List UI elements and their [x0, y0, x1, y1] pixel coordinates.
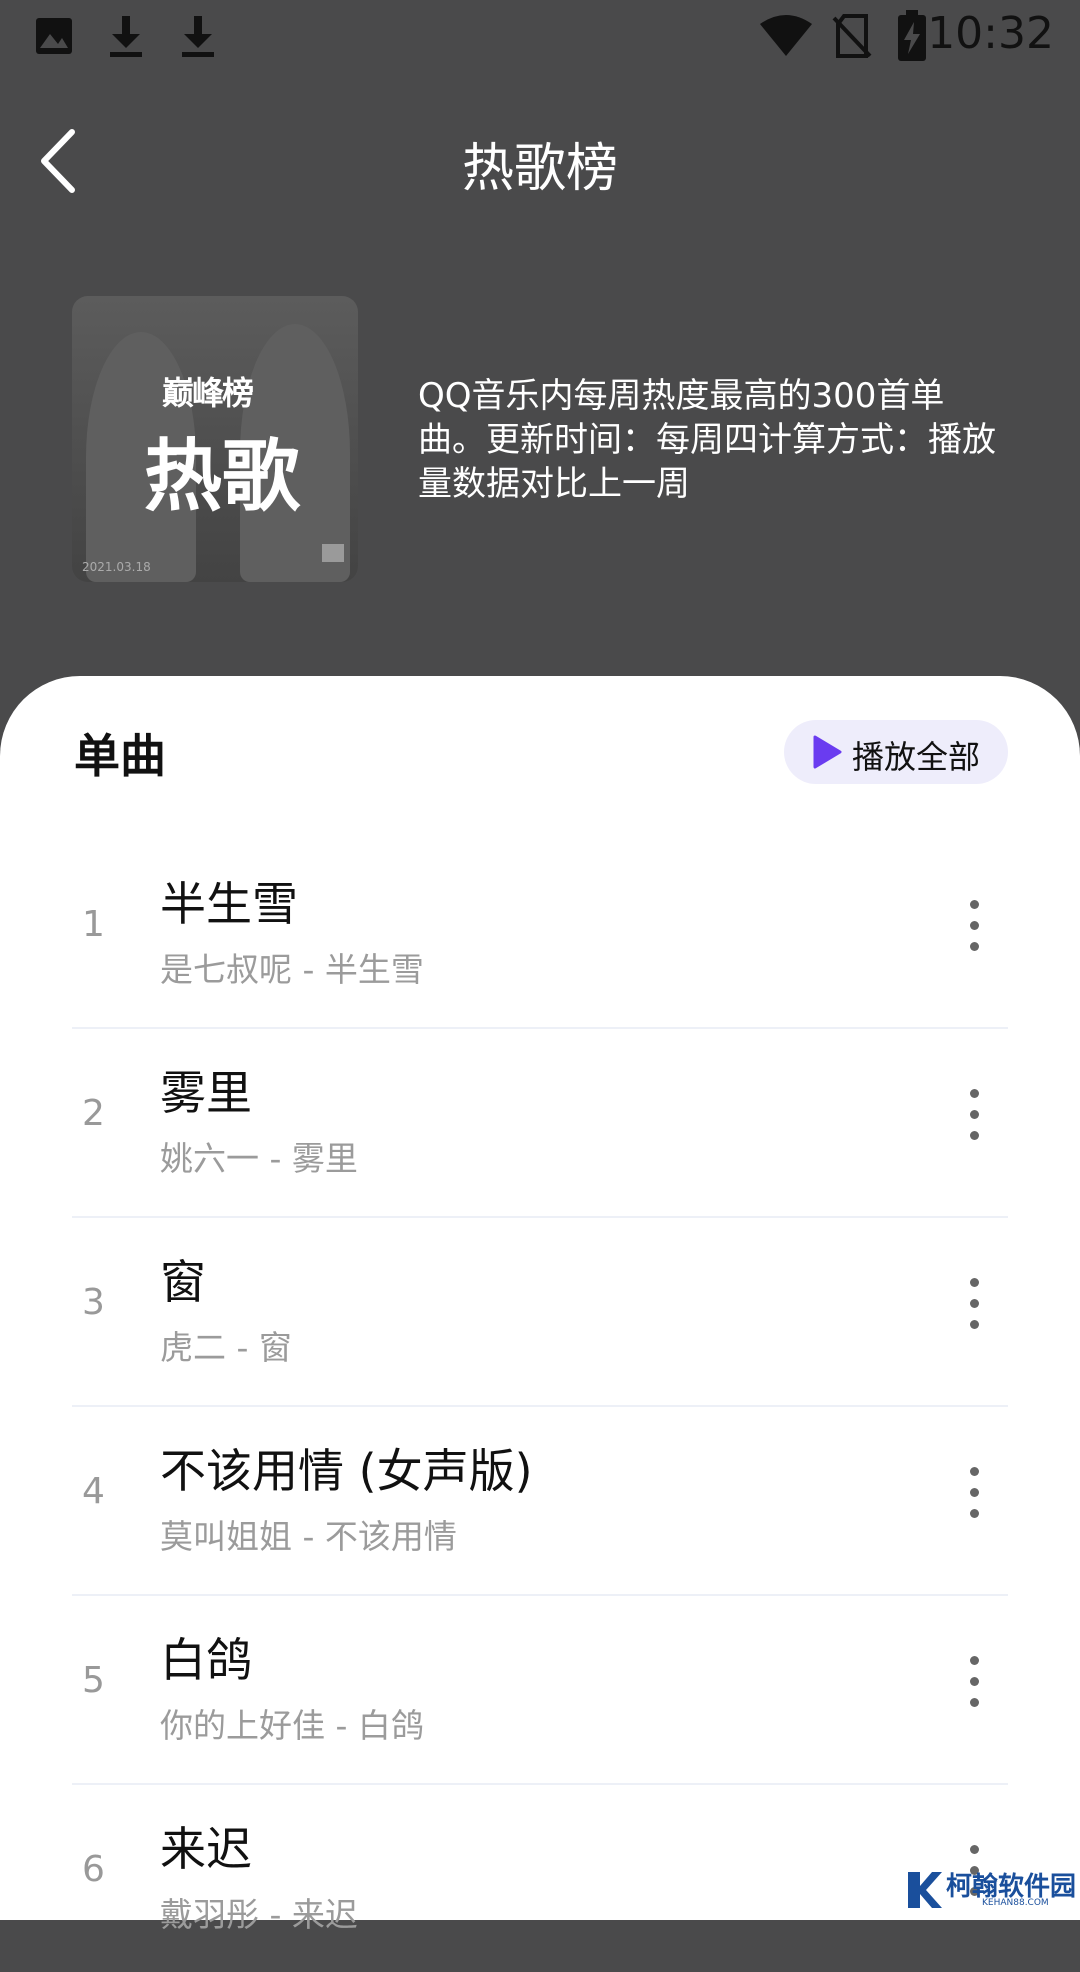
- song-title: 来迟: [160, 1822, 252, 1876]
- battery-charging-icon: [898, 10, 926, 61]
- play-all-label: 播放全部: [852, 738, 981, 776]
- cover-brand-mark: [322, 544, 344, 562]
- song-rank: 3: [82, 1282, 105, 1323]
- song-row[interactable]: 1 半生雪 是七叔呢 - 半生雪: [72, 840, 1008, 1029]
- more-options-icon[interactable]: [962, 900, 986, 960]
- more-options-icon[interactable]: [962, 1278, 986, 1338]
- chart-description: QQ音乐内每周热度最高的300首单曲。更新时间：每周四计算方式：播放量数据对比上…: [418, 376, 996, 504]
- watermark-subtext: KEHAN88.COM: [982, 1898, 1049, 1908]
- song-rank: 2: [82, 1093, 105, 1134]
- song-rank: 5: [82, 1660, 105, 1701]
- page-title: 热歌榜: [461, 139, 618, 199]
- more-options-icon[interactable]: [962, 1089, 986, 1149]
- song-rank: 4: [82, 1471, 105, 1512]
- play-all-button[interactable]: 播放全部: [784, 720, 1008, 784]
- more-options-icon[interactable]: [962, 1467, 986, 1527]
- no-sim-icon: [832, 14, 872, 58]
- cover-title: 热歌: [144, 432, 301, 522]
- song-row[interactable]: 3 窗 虎二 - 窗: [72, 1218, 1008, 1407]
- song-artist: 你的上好佳 - 白鸽: [160, 1706, 424, 1745]
- song-row[interactable]: 4 不该用情 (女声版) 莫叫姐姐 - 不该用情: [72, 1407, 1008, 1596]
- song-rank: 1: [82, 904, 105, 945]
- song-artist: 姚六一 - 雾里: [160, 1139, 358, 1178]
- song-title: 雾里: [160, 1066, 252, 1120]
- chart-cover-image: 巅峰榜 热歌 2021.03.18: [72, 296, 358, 582]
- image-notification-icon: [36, 18, 72, 54]
- song-artist: 虎二 - 窗: [160, 1328, 292, 1367]
- song-row[interactable]: 2 雾里 姚六一 - 雾里: [72, 1029, 1008, 1218]
- section-title: 单曲: [74, 729, 166, 783]
- song-artist: 莫叫姐姐 - 不该用情: [160, 1517, 457, 1556]
- song-row[interactable]: 6 来迟 戴羽彤 - 来迟: [72, 1785, 1008, 1972]
- song-sheet: 单曲 播放全部 1 半生雪 是七叔呢 - 半生雪 2 雾里 姚六一 - 雾里 3…: [0, 676, 1080, 1934]
- play-icon: [813, 735, 842, 769]
- cover-date: 2021.03.18: [82, 560, 151, 574]
- song-artist: 戴羽彤 - 来迟: [160, 1895, 358, 1934]
- song-title: 窗: [160, 1255, 206, 1309]
- watermark: 柯翰软件园 KEHAN88.COM: [904, 1864, 1076, 1916]
- song-list: 1 半生雪 是七叔呢 - 半生雪 2 雾里 姚六一 - 雾里 3 窗 虎二 - …: [72, 840, 1008, 1972]
- song-artist: 是七叔呢 - 半生雪: [160, 950, 424, 989]
- status-bar: 10:32: [0, 0, 1080, 72]
- song-row[interactable]: 5 白鸽 你的上好佳 - 白鸽: [72, 1596, 1008, 1785]
- status-time: 10:32: [927, 8, 1054, 59]
- cover-logo-text: 巅峰榜: [162, 374, 254, 412]
- wifi-icon: [760, 15, 812, 56]
- song-title: 白鸽: [160, 1633, 252, 1687]
- download-icon: [110, 16, 142, 57]
- download-icon: [182, 16, 214, 57]
- song-title: 不该用情 (女声版): [160, 1444, 533, 1498]
- watermark-logo-icon: [908, 1872, 942, 1908]
- song-rank: 6: [82, 1849, 105, 1890]
- song-title: 半生雪: [160, 877, 298, 931]
- more-options-icon[interactable]: [962, 1656, 986, 1716]
